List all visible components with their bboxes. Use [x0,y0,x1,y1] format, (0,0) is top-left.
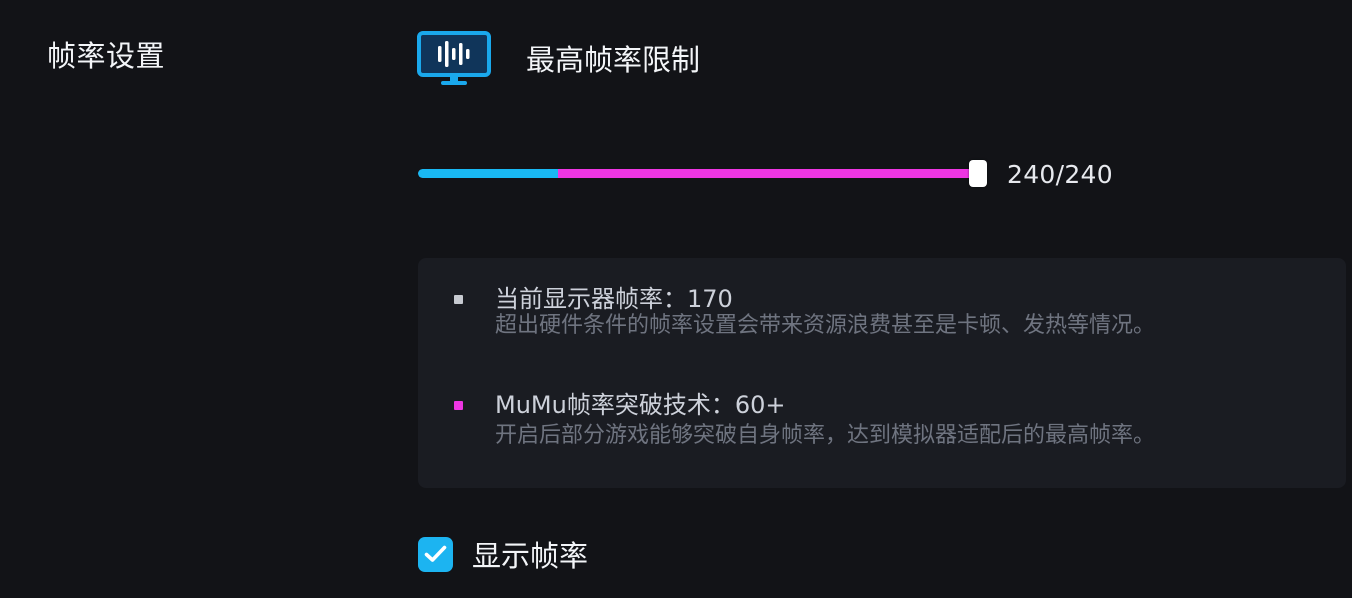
max-fps-title: 最高帧率限制 [526,43,701,77]
bullet-icon [454,295,463,304]
frame-rate-settings-page: 帧率设置 最高帧率限制 240/240 当前显示器帧率：170 超出硬件条件的帧… [0,0,1352,598]
show-fps-checkbox[interactable] [418,537,453,572]
slider-value-readout: 240/240 [1007,160,1113,189]
slider-fill-display-refresh [418,169,558,178]
info-description: 开启后部分游戏能够突破自身帧率，达到模拟器适配后的最高帧率。 [495,423,1156,448]
max-fps-slider[interactable] [418,156,990,192]
info-panel: 当前显示器帧率：170 超出硬件条件的帧率设置会带来资源浪费甚至是卡顿、发热等情… [418,258,1346,488]
slider-track[interactable] [418,169,978,178]
checkmark-icon [424,545,447,562]
slider-handle[interactable] [969,160,987,187]
bullet-icon [454,401,463,410]
slider-fill-boost [558,169,978,178]
section-title: 帧率设置 [47,39,166,73]
info-description: 超出硬件条件的帧率设置会带来资源浪费甚至是卡顿、发热等情况。 [495,313,1156,338]
show-fps-label[interactable]: 显示帧率 [472,536,588,576]
monitor-soundwave-icon [417,31,491,85]
